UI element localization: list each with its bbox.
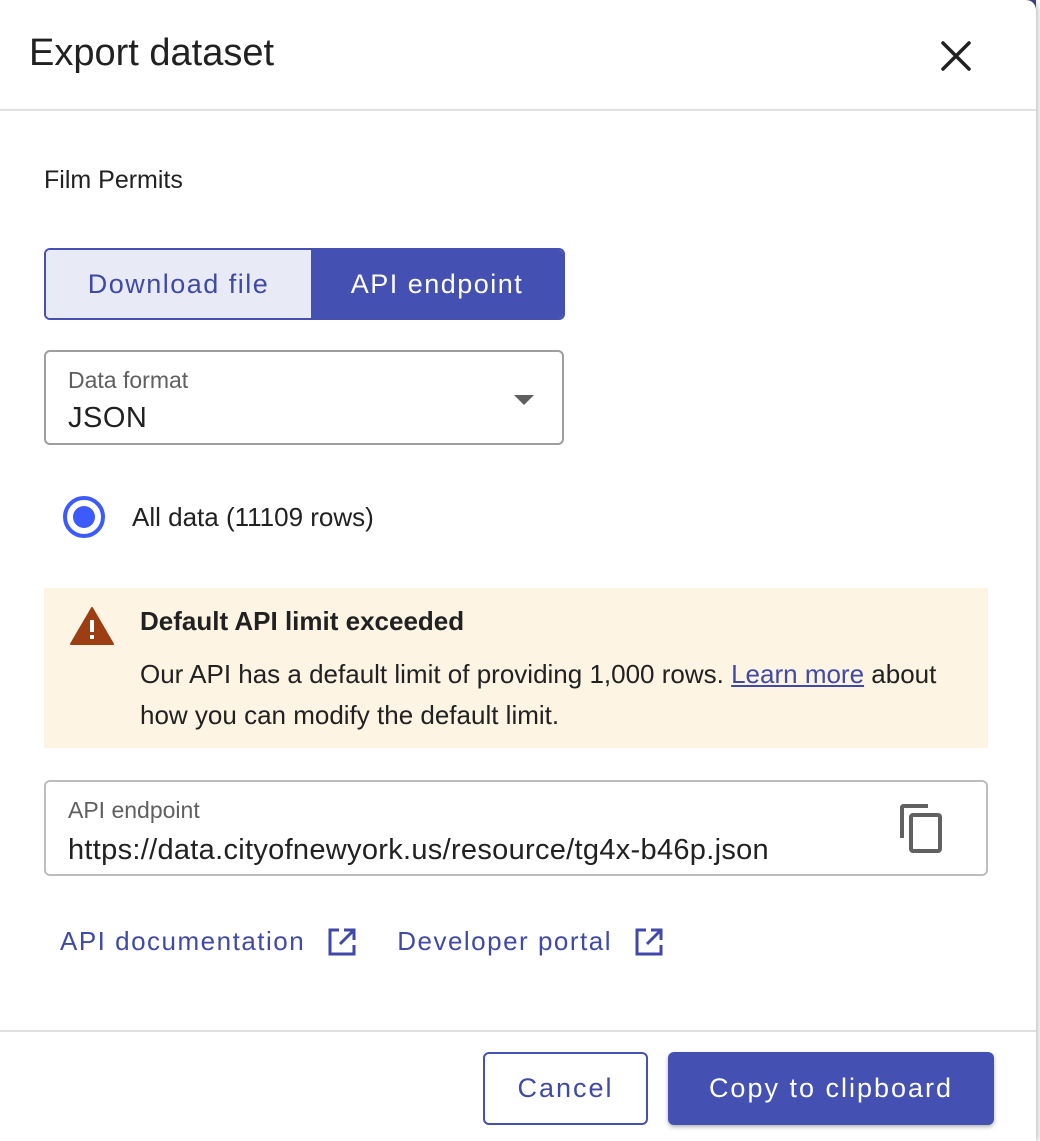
radio-selected-dot	[73, 506, 95, 528]
documentation-links: API documentation Developer portal	[60, 926, 664, 957]
data-format-label: Data format	[68, 367, 189, 393]
background-page	[1036, 0, 1040, 1141]
dialog-header: Export dataset	[0, 0, 1036, 111]
data-format-value: JSON	[68, 402, 148, 434]
export-mode-toggle: Download file API endpoint	[44, 248, 565, 320]
external-link-icon	[635, 928, 663, 955]
copy-icon[interactable]	[898, 804, 944, 854]
dropdown-arrow-icon	[514, 395, 534, 405]
alert-body-text: Our API has a default limit of providing…	[140, 659, 732, 689]
data-format-select[interactable]: Data format JSON	[44, 350, 564, 445]
cancel-button[interactable]: Cancel	[483, 1052, 648, 1125]
external-link-icon	[328, 928, 356, 955]
alert-title: Default API limit exceeded	[140, 606, 465, 636]
api-endpoint-label: API endpoint	[68, 797, 200, 823]
download-file-tab[interactable]: Download file	[46, 250, 311, 318]
export-dataset-dialog: Export dataset Film Permits Download fil…	[0, 0, 1036, 1141]
api-limit-alert: Default API limit exceeded Our API has a…	[44, 588, 988, 748]
developer-portal-label: Developer portal	[397, 926, 612, 956]
dialog-footer: Cancel Copy to clipboard	[0, 1030, 1036, 1141]
api-documentation-link[interactable]: API documentation	[60, 926, 357, 957]
learn-more-link[interactable]: Learn more	[731, 659, 864, 689]
api-documentation-label: API documentation	[60, 926, 306, 956]
all-data-label: All data (11109 rows)	[132, 501, 374, 532]
close-button[interactable]	[930, 30, 982, 82]
api-endpoint-url[interactable]: https://data.cityofnewyork.us/resource/t…	[68, 834, 854, 872]
dialog-title: Export dataset	[29, 32, 275, 74]
alert-body: Our API has a default limit of providing…	[140, 654, 970, 736]
warning-icon	[70, 607, 114, 645]
developer-portal-link[interactable]: Developer portal	[397, 926, 664, 957]
all-data-option: All data (11109 rows)	[63, 496, 374, 538]
api-endpoint-field[interactable]: API endpoint https://data.cityofnewyork.…	[44, 780, 988, 876]
copy-to-clipboard-button[interactable]: Copy to clipboard	[668, 1052, 994, 1125]
close-icon	[941, 41, 971, 71]
api-endpoint-tab[interactable]: API endpoint	[311, 250, 563, 318]
dataset-name: Film Permits	[44, 166, 183, 194]
all-data-radio[interactable]	[63, 496, 105, 538]
